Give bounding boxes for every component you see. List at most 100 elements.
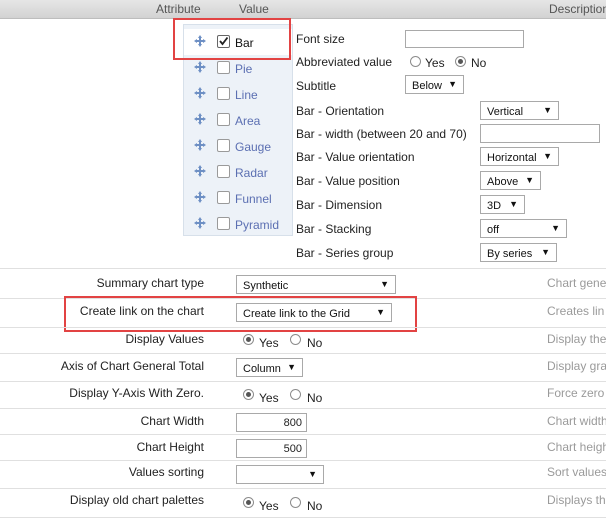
axis-total-value: Column bbox=[243, 363, 281, 375]
row-divider bbox=[0, 434, 606, 435]
chart-width-label: Chart Width bbox=[140, 414, 204, 428]
chevron-down-icon: ▼ bbox=[287, 362, 296, 372]
orientation-select[interactable]: Vertical ▼ bbox=[480, 101, 559, 120]
bar-width-label: Bar - width (between 20 and 70) bbox=[296, 127, 467, 141]
series-group-select[interactable]: By series ▼ bbox=[480, 243, 557, 262]
stacking-label: Bar - Stacking bbox=[296, 222, 372, 236]
row-divider bbox=[0, 353, 606, 354]
chevron-down-icon: ▼ bbox=[551, 223, 560, 233]
move-arrows-icon[interactable] bbox=[194, 217, 206, 229]
checkbox[interactable] bbox=[217, 87, 230, 100]
chevron-down-icon: ▼ bbox=[509, 199, 518, 209]
y-axis-zero-yes-label: Yes bbox=[259, 391, 279, 405]
y-axis-zero-desc: Force zero bbox=[547, 386, 605, 400]
summary-chart-type-value: Synthetic bbox=[243, 280, 289, 292]
chevron-down-icon: ▼ bbox=[448, 79, 457, 89]
chart-type-label: Radar bbox=[235, 166, 268, 180]
move-arrows-icon[interactable] bbox=[194, 87, 206, 99]
header-attribute: Attribute bbox=[156, 2, 201, 16]
axis-total-label: Axis of Chart General Total bbox=[60, 359, 204, 373]
value-orientation-select[interactable]: Horizontal ▼ bbox=[480, 147, 559, 166]
chart-type-item-gauge[interactable]: Gauge bbox=[184, 133, 292, 159]
abbreviated-yes-radio[interactable] bbox=[410, 56, 421, 67]
old-palettes-no-label: No bbox=[307, 499, 323, 513]
checkbox[interactable] bbox=[217, 191, 230, 204]
chart-type-label: Line bbox=[235, 88, 258, 102]
chart-width-input[interactable]: 800 bbox=[236, 413, 307, 432]
stacking-value: off bbox=[487, 224, 500, 236]
move-arrows-icon[interactable] bbox=[194, 113, 206, 125]
abbreviated-no-radio[interactable] bbox=[455, 56, 466, 67]
orientation-value: Vertical bbox=[487, 106, 524, 118]
value-position-label: Bar - Value position bbox=[296, 174, 400, 188]
orientation-label: Bar - Orientation bbox=[296, 104, 385, 118]
dimension-value: 3D bbox=[487, 200, 502, 212]
checkbox[interactable] bbox=[217, 217, 230, 230]
move-arrows-icon[interactable] bbox=[194, 139, 206, 151]
subtitle-value: Below bbox=[412, 80, 442, 92]
chart-type-label: Area bbox=[235, 114, 261, 128]
abbreviated-value-label: Abbreviated value bbox=[296, 55, 393, 69]
chart-type-item-funnel[interactable]: Funnel bbox=[184, 185, 292, 211]
old-palettes-yes-label: Yes bbox=[259, 499, 279, 513]
chart-type-item-area[interactable]: Area bbox=[184, 107, 292, 133]
summary-chart-type-desc: Chart gene bbox=[547, 276, 606, 290]
value-orientation-value: Horizontal bbox=[487, 152, 537, 164]
value-position-select[interactable]: Above ▼ bbox=[480, 171, 541, 190]
checkbox[interactable] bbox=[217, 61, 230, 74]
chart-type-label: Pyramid bbox=[235, 218, 280, 232]
chart-type-item-radar[interactable]: Radar bbox=[184, 159, 292, 185]
table-header bbox=[0, 0, 606, 19]
font-size-label: Font size bbox=[296, 32, 345, 46]
y-axis-zero-no-radio[interactable] bbox=[290, 389, 301, 400]
axis-total-desc: Display gra bbox=[547, 359, 606, 373]
chevron-down-icon: ▼ bbox=[543, 105, 552, 115]
series-group-value: By series bbox=[487, 248, 533, 260]
font-size-input[interactable] bbox=[405, 30, 524, 48]
chart-width-desc: Chart width bbox=[547, 414, 606, 428]
old-palettes-desc: Displays th bbox=[547, 493, 606, 507]
axis-total-select[interactable]: Column ▼ bbox=[236, 358, 303, 377]
old-palettes-label: Display old chart palettes bbox=[69, 493, 204, 507]
row-divider bbox=[0, 268, 606, 269]
row-divider bbox=[0, 460, 606, 461]
values-sorting-label: Values sorting bbox=[128, 465, 204, 479]
subtitle-select[interactable]: Below ▼ bbox=[405, 75, 464, 94]
row-divider bbox=[0, 408, 606, 409]
chart-height-input[interactable]: 500 bbox=[236, 439, 307, 458]
create-link-desc: Creates lin bbox=[547, 304, 605, 318]
display-values-desc: Display the bbox=[547, 332, 606, 346]
move-arrows-icon[interactable] bbox=[194, 165, 206, 177]
display-values-yes-label: Yes bbox=[259, 336, 279, 350]
chart-type-label: Pie bbox=[235, 62, 253, 76]
chart-type-label: Funnel bbox=[235, 192, 272, 206]
y-axis-zero-no-label: No bbox=[307, 391, 323, 405]
display-values-yes-radio[interactable] bbox=[243, 334, 254, 345]
chart-type-item-pyramid[interactable]: Pyramid bbox=[184, 211, 292, 237]
checkbox[interactable] bbox=[217, 165, 230, 178]
old-palettes-yes-radio[interactable] bbox=[243, 497, 254, 508]
bar-width-input[interactable] bbox=[480, 124, 600, 143]
y-axis-zero-yes-radio[interactable] bbox=[243, 389, 254, 400]
move-arrows-icon[interactable] bbox=[194, 61, 206, 73]
value-position-value: Above bbox=[487, 176, 519, 188]
stacking-select[interactable]: off ▼ bbox=[480, 219, 567, 238]
summary-chart-type-select[interactable]: Synthetic ▼ bbox=[236, 275, 396, 294]
chevron-down-icon: ▼ bbox=[525, 175, 534, 185]
dimension-select[interactable]: 3D ▼ bbox=[480, 195, 525, 214]
abbreviated-no-label: No bbox=[471, 56, 487, 70]
row-divider bbox=[0, 327, 606, 328]
old-palettes-no-radio[interactable] bbox=[290, 497, 301, 508]
y-axis-zero-label: Display Y-Axis With Zero. bbox=[69, 386, 204, 400]
chart-type-item-line[interactable]: Line bbox=[184, 81, 292, 107]
summary-chart-type-label: Summary chart type bbox=[96, 276, 204, 290]
values-sorting-select[interactable]: ▼ bbox=[236, 465, 324, 484]
value-orientation-label: Bar - Value orientation bbox=[296, 150, 415, 164]
display-values-no-radio[interactable] bbox=[290, 334, 301, 345]
display-values-no-label: No bbox=[307, 336, 323, 350]
move-arrows-icon[interactable] bbox=[194, 191, 206, 203]
series-group-label: Bar - Series group bbox=[296, 246, 394, 260]
dimension-label: Bar - Dimension bbox=[296, 198, 383, 212]
checkbox[interactable] bbox=[217, 139, 230, 152]
checkbox[interactable] bbox=[217, 113, 230, 126]
